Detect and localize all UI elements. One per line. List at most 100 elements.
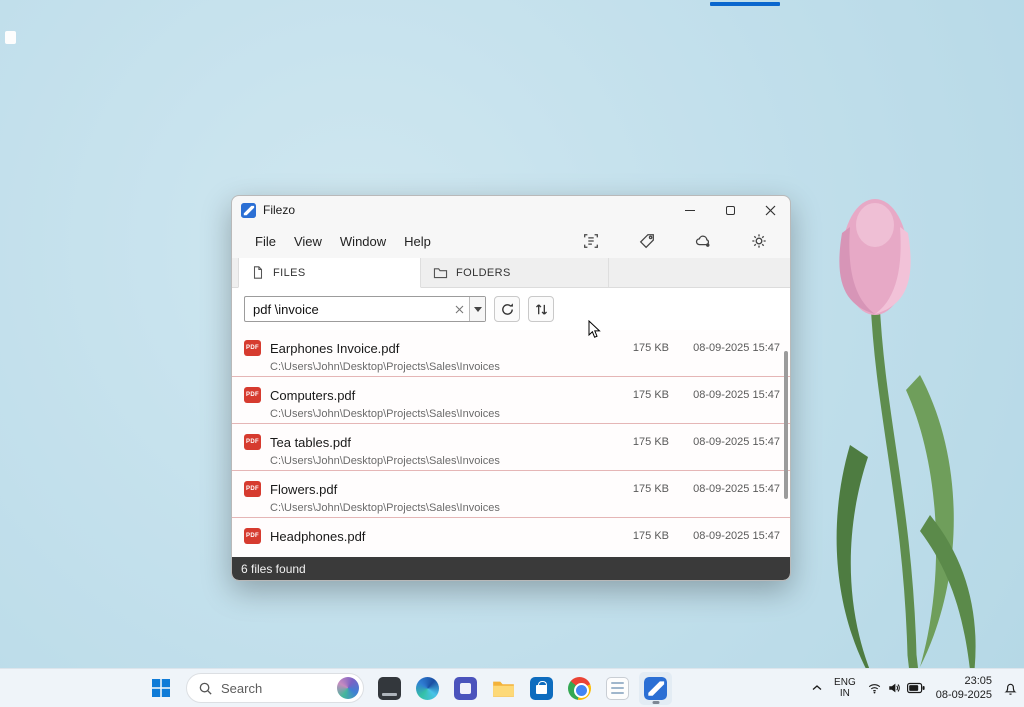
sort-button[interactable] [528,296,554,322]
tab-folders[interactable]: FOLDERS [421,258,609,287]
quick-settings[interactable] [867,681,925,695]
file-row[interactable]: PDFEarphones Invoice.pdf175 KB08-09-2025… [232,330,790,377]
filezo-app-icon [241,203,256,218]
file-date: 08-09-2025 15:47 [683,483,780,495]
taskbar-app-notepad[interactable] [601,672,634,705]
taskbar-app-filezo[interactable] [639,672,672,705]
notepad-icon [606,677,629,700]
tab-strip: FILES FOLDERS [232,258,790,288]
region-code: IN [834,688,856,700]
tray-expand-button[interactable] [811,684,823,692]
notifications-button[interactable] [1003,681,1018,696]
search-highlights-icon [337,677,359,699]
search-icon [198,681,213,696]
file-name: Tea tables.pdf [270,435,617,450]
gear-icon [750,232,768,250]
file-path: C:\Users\John\Desktop\Projects\Sales\Inv… [270,361,780,373]
file-path: C:\Users\John\Desktop\Projects\Sales\Inv… [270,502,780,514]
file-row[interactable]: PDF Headphones.pdf175 KB 08-09-2025 15:47 [232,518,790,557]
tag-button[interactable] [638,232,656,250]
scan-file-icon [582,232,600,250]
clear-search-button[interactable] [449,305,469,314]
chevron-up-icon [811,684,823,692]
dark-app-icon [378,677,401,700]
titlebar[interactable]: Filezo [232,196,790,224]
file-date: 08-09-2025 15:47 [683,389,780,401]
taskbar-app-chrome[interactable] [563,672,596,705]
pdf-icon: PDF [244,528,261,544]
language-indicator[interactable]: ENG IN [834,677,856,700]
tab-folders-label: FOLDERS [456,267,511,279]
tray-date: 08-09-2025 [936,688,992,702]
file-name: Headphones.pdf [270,529,617,544]
taskbar-search[interactable]: Search [186,673,364,703]
menu-window[interactable]: Window [331,230,395,253]
file-list: PDFEarphones Invoice.pdf175 KB08-09-2025… [232,330,790,557]
settings-button[interactable] [750,232,768,250]
taskbar-search-label: Search [221,681,337,696]
close-button[interactable] [750,196,790,224]
file-path: C:\Users\John\Desktop\Projects\Sales\Inv… [270,455,780,467]
file-row[interactable]: PDF Flowers.pdf175 KB 08-09-2025 15:47 C:\U… [232,471,790,518]
pdf-icon: PDF [244,481,261,497]
scan-file-button[interactable] [582,232,600,250]
file-name: Flowers.pdf [270,482,617,497]
clock[interactable]: 23:05 08-09-2025 [936,674,992,703]
menubar: File View Window Help [232,224,790,258]
file-size: 175 KB [617,530,669,542]
file-size: 175 KB [617,342,669,354]
menu-view[interactable]: View [285,230,331,253]
cloud-icon [694,232,712,250]
refresh-icon [500,302,515,317]
file-size: 175 KB [617,436,669,448]
menu-file[interactable]: File [246,230,285,253]
tulip-image [780,185,1024,707]
status-text: 6 files found [241,562,306,576]
tab-files-label: FILES [273,267,306,279]
filezo-window: Filezo File View Window Help [231,195,791,581]
active-app-indicator [652,701,659,704]
background-artifact [5,31,16,44]
file-date: 08-09-2025 15:47 [683,436,780,448]
folder-tab-icon [433,266,448,279]
chevron-down-icon [474,307,482,312]
search-history-dropdown[interactable] [469,297,485,321]
cloud-button[interactable] [694,232,712,250]
search-toolbar [232,288,790,330]
pdf-icon: PDF [244,387,261,403]
taskbar-app-teams[interactable] [449,672,482,705]
volume-icon [887,681,902,695]
bell-icon [1003,681,1018,696]
tab-files[interactable]: FILES [238,258,421,288]
menu-help[interactable]: Help [395,230,440,253]
scrollbar[interactable] [784,351,788,499]
file-date: 08-09-2025 15:47 [683,342,780,354]
taskbar-app-edge[interactable] [411,672,444,705]
background-accent-line [710,2,780,6]
tag-icon [638,232,656,250]
file-date: 08-09-2025 15:47 [683,530,780,542]
file-path: C:\Users\John\Desktop\Projects\Sales\Inv… [270,408,780,420]
status-bar: 6 files found [232,557,790,580]
file-name: Computers.pdf [270,388,617,403]
file-row[interactable]: PDFComputers.pdf175 KB08-09-2025 15:47C:… [232,377,790,424]
search-input[interactable] [245,302,449,317]
close-icon [765,205,776,216]
maximize-button[interactable] [710,196,750,224]
windows-logo-icon [152,679,170,697]
file-row[interactable]: PDF Tea tables.pdf175 KB 08-09-2025 15:47 C… [232,424,790,471]
minimize-icon [685,210,695,211]
tray-time: 23:05 [936,674,992,688]
start-button[interactable] [144,672,177,705]
sort-icon [534,302,549,317]
refresh-button[interactable] [494,296,520,322]
file-tab-icon [251,265,265,280]
file-name: Earphones Invoice.pdf [270,341,617,356]
taskbar-app-store[interactable] [525,672,558,705]
file-size: 175 KB [617,483,669,495]
minimize-button[interactable] [670,196,710,224]
taskbar-app-dark[interactable] [373,672,406,705]
pdf-icon: PDF [244,434,261,450]
window-title: Filezo [263,203,295,217]
taskbar-app-explorer[interactable] [487,672,520,705]
